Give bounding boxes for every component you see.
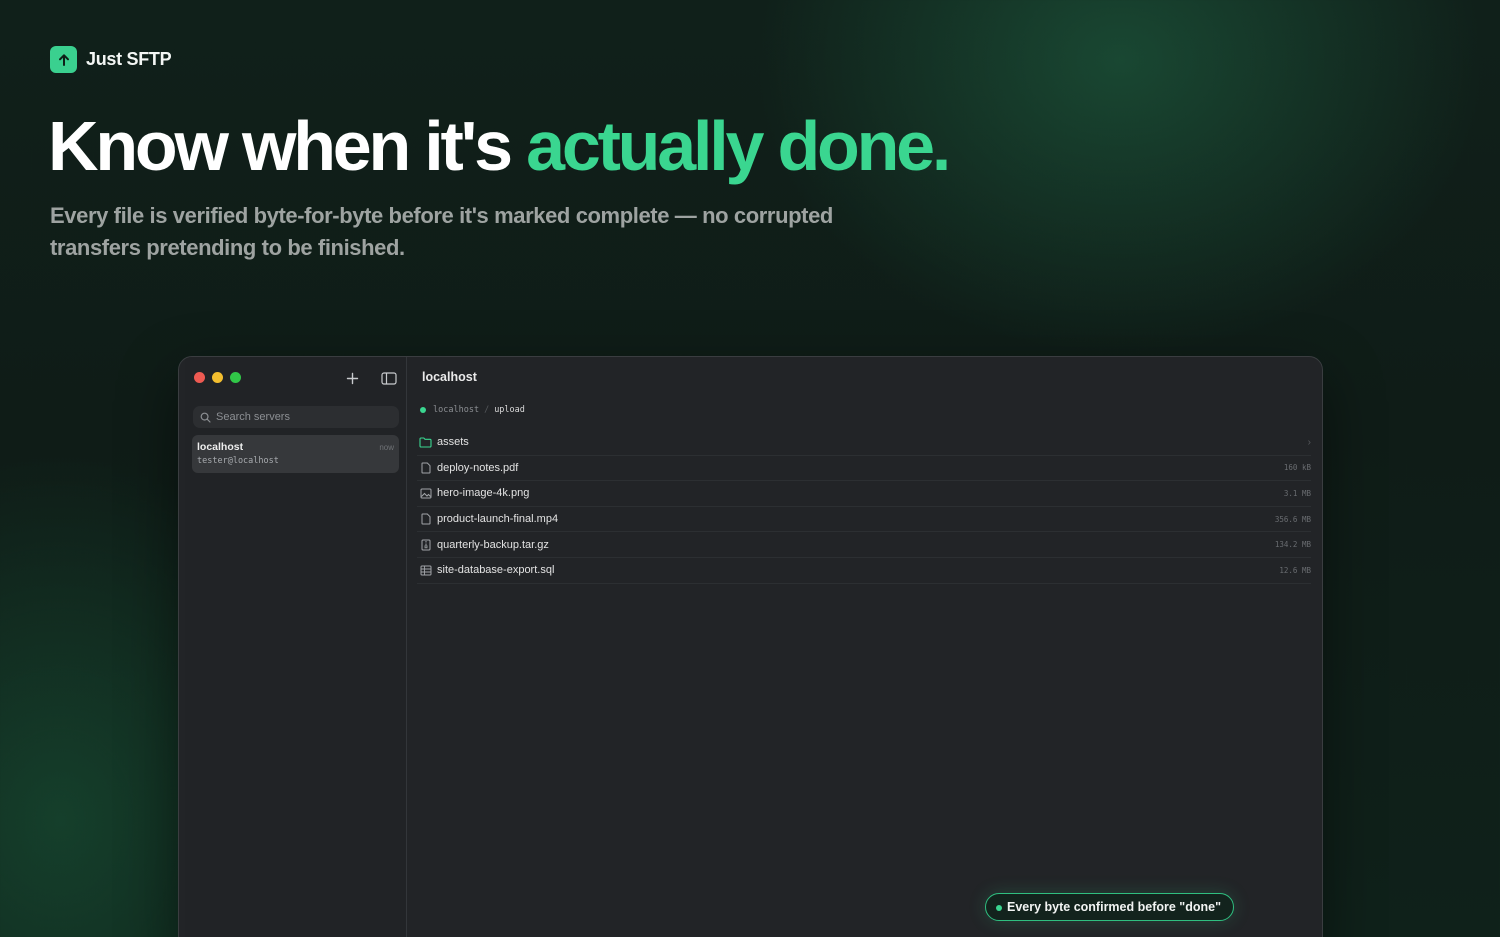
file-name: product-launch-final.mp4 bbox=[437, 513, 559, 526]
sidebar-icon bbox=[381, 371, 397, 385]
folder-icon bbox=[419, 436, 432, 449]
file-icon bbox=[419, 461, 432, 474]
window-controls bbox=[194, 372, 241, 383]
status-dot bbox=[996, 905, 1002, 911]
connection-title: localhost bbox=[422, 370, 477, 384]
file-row[interactable]: site-database-export.sql 12.6 MB bbox=[417, 558, 1311, 584]
image-icon bbox=[419, 487, 432, 500]
file-size: 12.6 MB bbox=[1279, 565, 1311, 575]
file-row[interactable]: product-launch-final.mp4 356.6 MB bbox=[417, 507, 1311, 533]
arrow-up-icon bbox=[50, 46, 77, 73]
file-row[interactable]: hero-image-4k.png 3.1 MB bbox=[417, 481, 1311, 507]
search-icon bbox=[200, 412, 211, 423]
add-server-button[interactable] bbox=[342, 368, 362, 388]
file-name: assets bbox=[437, 436, 469, 449]
file-name: site-database-export.sql bbox=[437, 564, 555, 577]
breadcrumb-current: upload bbox=[494, 405, 525, 415]
brand-name: Just SFTP bbox=[86, 49, 172, 69]
sidebar: localhost tester@localhost now bbox=[185, 357, 407, 937]
file-size: 3.1 MB bbox=[1283, 488, 1311, 498]
badge-text: Every byte confirmed before "done" bbox=[1007, 900, 1221, 914]
verification-badge: Every byte confirmed before "done" bbox=[985, 893, 1234, 921]
server-connected-time: now bbox=[379, 443, 394, 452]
headline-main: Know when it's bbox=[48, 107, 527, 185]
file-browser: localhost localhost / upload assets › de… bbox=[407, 357, 1322, 937]
toggle-sidebar-button[interactable] bbox=[379, 368, 399, 388]
server-user: tester@localhost bbox=[197, 456, 279, 466]
headline: Know when it's actually done. bbox=[48, 106, 951, 186]
file-row[interactable]: deploy-notes.pdf 160 kB bbox=[417, 456, 1311, 482]
chevron-right-icon: › bbox=[1307, 436, 1311, 448]
file-name: deploy-notes.pdf bbox=[437, 461, 519, 474]
app-window: localhost tester@localhost now localhost… bbox=[178, 356, 1323, 937]
server-name: localhost bbox=[197, 441, 244, 453]
file-name: quarterly-backup.tar.gz bbox=[437, 538, 549, 551]
archive-icon bbox=[419, 538, 432, 551]
breadcrumb-root[interactable]: localhost bbox=[433, 405, 479, 415]
minimize-window-button[interactable] bbox=[212, 372, 223, 383]
file-list: assets › deploy-notes.pdf 160 kB hero-im… bbox=[417, 430, 1311, 584]
table-icon bbox=[419, 564, 432, 577]
connection-status-dot bbox=[420, 407, 426, 413]
breadcrumb-separator: / bbox=[484, 405, 490, 415]
server-item-localhost[interactable]: localhost tester@localhost now bbox=[192, 435, 399, 473]
close-window-button[interactable] bbox=[194, 372, 205, 383]
plus-icon bbox=[346, 372, 358, 384]
breadcrumb: localhost / upload bbox=[420, 405, 525, 415]
file-row-assets[interactable]: assets › bbox=[417, 430, 1311, 456]
headline-accent: actually done. bbox=[526, 107, 951, 185]
subheadline: Every file is verified byte-for-byte bef… bbox=[50, 203, 833, 260]
zoom-window-button[interactable] bbox=[230, 372, 241, 383]
search-servers-input[interactable] bbox=[216, 411, 386, 423]
file-size: 134.2 MB bbox=[1274, 540, 1311, 550]
brand: Just SFTP bbox=[50, 46, 172, 73]
file-icon bbox=[419, 513, 432, 526]
file-size: 160 kB bbox=[1283, 463, 1311, 473]
file-name: hero-image-4k.png bbox=[437, 487, 530, 500]
search-servers bbox=[193, 406, 399, 428]
file-row[interactable]: quarterly-backup.tar.gz 134.2 MB bbox=[417, 532, 1311, 558]
file-size: 356.6 MB bbox=[1274, 514, 1311, 524]
